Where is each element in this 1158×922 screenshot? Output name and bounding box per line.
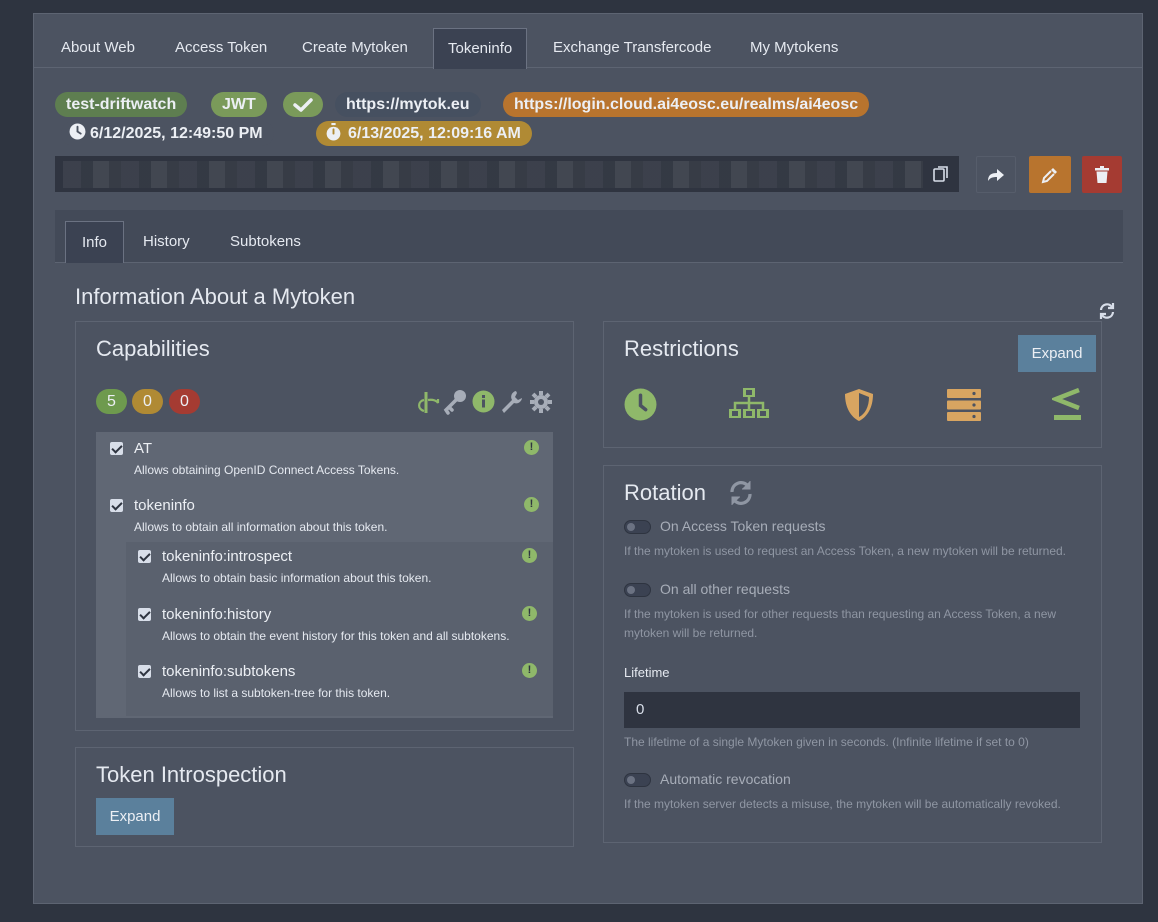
rotation-icon — [730, 481, 752, 505]
server-icon — [947, 389, 981, 421]
capability-name: tokeninfo — [134, 497, 195, 514]
rotation-title: Rotation — [624, 480, 706, 505]
lifetime-help: The lifetime of a single Mytoken given i… — [624, 735, 1029, 749]
capability-subtokens-checkbox[interactable] — [138, 665, 151, 678]
token-type-badge: JWT — [211, 92, 267, 117]
capability-at-checkbox[interactable] — [110, 442, 123, 455]
gear-icon — [530, 391, 552, 413]
token-field[interactable] — [55, 156, 959, 192]
subtab-info[interactable]: Info — [65, 221, 125, 263]
issuer-badge: https://mytok.eu — [335, 92, 481, 117]
stopwatch-icon — [326, 123, 341, 141]
edit-button[interactable] — [1029, 156, 1071, 193]
info-icon — [472, 390, 495, 413]
capability-name: tokeninfo:introspect — [162, 548, 293, 565]
refresh-icon[interactable] — [1098, 302, 1116, 320]
capability-name: tokeninfo:history — [162, 606, 272, 623]
capability-name: tokeninfo:subtokens — [162, 663, 296, 680]
exclamation-icon: ! — [524, 497, 539, 512]
capabilities-title: Capabilities — [96, 336, 210, 361]
lifetime-label: Lifetime — [624, 665, 670, 680]
capabilities-card: Capabilities 5 0 0 AT Allows obtaining O… — [75, 321, 574, 731]
top-nav: About Web Access Token Create Mytoken To… — [34, 14, 1142, 69]
tab-my-mytokens[interactable]: My Mytokens — [736, 28, 852, 68]
shield-icon — [845, 389, 873, 421]
clock-icon — [69, 123, 86, 140]
rotation-card: Rotation On Access Token requests If the… — [603, 465, 1102, 843]
capability-tokeninfo-checkbox[interactable] — [110, 499, 123, 512]
capabilities-list: AT Allows obtaining OpenID Connect Acces… — [96, 432, 553, 718]
restrictions-expand-button[interactable]: Expand — [1018, 335, 1096, 372]
eyedropper-icon — [1041, 167, 1057, 183]
info-subtabs: Info History Subtokens — [55, 210, 1123, 263]
created-badge: 6/12/2025, 12:49:50 PM — [61, 121, 274, 146]
count-green-badge: 5 — [96, 389, 127, 414]
rotation-at-toggle[interactable] — [624, 520, 651, 534]
capability-desc: Allows to obtain the event history for t… — [162, 629, 510, 643]
rotation-other-toggle[interactable] — [624, 583, 651, 597]
capability-history-checkbox[interactable] — [138, 608, 151, 621]
auto-revoke-help: If the mytoken server detects a misuse, … — [624, 797, 1061, 811]
oidc-issuer-badge: https://login.cloud.ai4eosc.eu/realms/ai… — [503, 92, 870, 117]
network-restriction-icon — [729, 388, 769, 418]
auto-revoke-label: Automatic revocation — [660, 771, 791, 787]
introspection-expand-button[interactable]: Expand — [96, 798, 174, 835]
token-introspection-card: Token Introspection Expand — [75, 747, 574, 847]
exclamation-icon: ! — [522, 663, 537, 678]
tab-access-token[interactable]: Access Token — [161, 28, 281, 68]
subtab-subtokens[interactable]: Subtokens — [214, 221, 317, 263]
subcapability-row: tokeninfo:history Allows to obtain the e… — [126, 600, 553, 658]
share-icon — [988, 168, 1004, 181]
rotation-other-help: If the mytoken is used for other request… — [624, 607, 1057, 640]
restrictions-card: Restrictions Expand — [603, 321, 1102, 448]
capability-name: AT — [134, 440, 153, 457]
token-name-badge: test-driftwatch — [55, 92, 188, 117]
created-date: 6/12/2025, 12:49:50 PM — [90, 125, 263, 142]
tab-exchange-transfercode[interactable]: Exchange Transfercode — [539, 28, 725, 68]
expires-badge: 6/13/2025, 12:09:16 AM — [316, 121, 532, 146]
page-title: Information About a Mytoken — [75, 284, 356, 309]
capability-introspect-checkbox[interactable] — [138, 550, 151, 563]
capability-desc: Allows to obtain basic information about… — [162, 571, 432, 585]
share-button[interactable] — [976, 156, 1016, 193]
wrench-icon — [502, 391, 522, 413]
rotation-other-label: On all other requests — [660, 581, 790, 597]
exclamation-icon: ! — [524, 440, 539, 455]
capability-desc: Allows obtaining OpenID Connect Access T… — [134, 463, 400, 477]
rotation-at-help: If the mytoken is used to request an Acc… — [624, 544, 1067, 558]
subtab-history[interactable]: History — [127, 221, 206, 263]
exclamation-icon: ! — [522, 606, 537, 621]
valid-badge — [283, 92, 323, 117]
auto-revoke-toggle[interactable] — [624, 773, 651, 787]
subcapability-row: tokeninfo:subtokens Allows to list a sub… — [126, 658, 553, 716]
capability-desc: Allows to obtain all information about t… — [134, 520, 388, 534]
copy-icon[interactable] — [933, 165, 949, 183]
key-icon — [443, 390, 466, 415]
token-value-redacted — [63, 161, 923, 188]
checkmark-icon — [293, 98, 313, 112]
rotation-at-label: On Access Token requests — [660, 518, 826, 534]
delete-button[interactable] — [1082, 156, 1122, 193]
tab-tokeninfo[interactable]: Tokeninfo — [433, 28, 528, 69]
restrictions-title: Restrictions — [624, 336, 739, 361]
time-restriction-icon — [624, 388, 657, 421]
tab-about-web[interactable]: About Web — [47, 28, 149, 68]
trash-icon — [1095, 166, 1109, 183]
count-red-badge: 0 — [169, 389, 200, 414]
subcapability-row: tokeninfo:introspect Allows to obtain ba… — [126, 542, 553, 600]
count-yellow-badge: 0 — [132, 389, 163, 414]
tab-create-mytoken[interactable]: Create Mytoken — [288, 28, 422, 68]
expires-date: 6/13/2025, 12:09:16 AM — [348, 125, 521, 142]
introspection-title: Token Introspection — [96, 762, 287, 787]
openid-icon — [418, 392, 440, 413]
capability-desc: Allows to list a subtoken-tree for this … — [162, 686, 391, 700]
less-equal-icon — [1052, 388, 1081, 420]
main-panel: About Web Access Token Create Mytoken To… — [33, 13, 1143, 904]
exclamation-icon: ! — [522, 548, 537, 563]
lifetime-input[interactable]: 0 — [624, 692, 1080, 728]
